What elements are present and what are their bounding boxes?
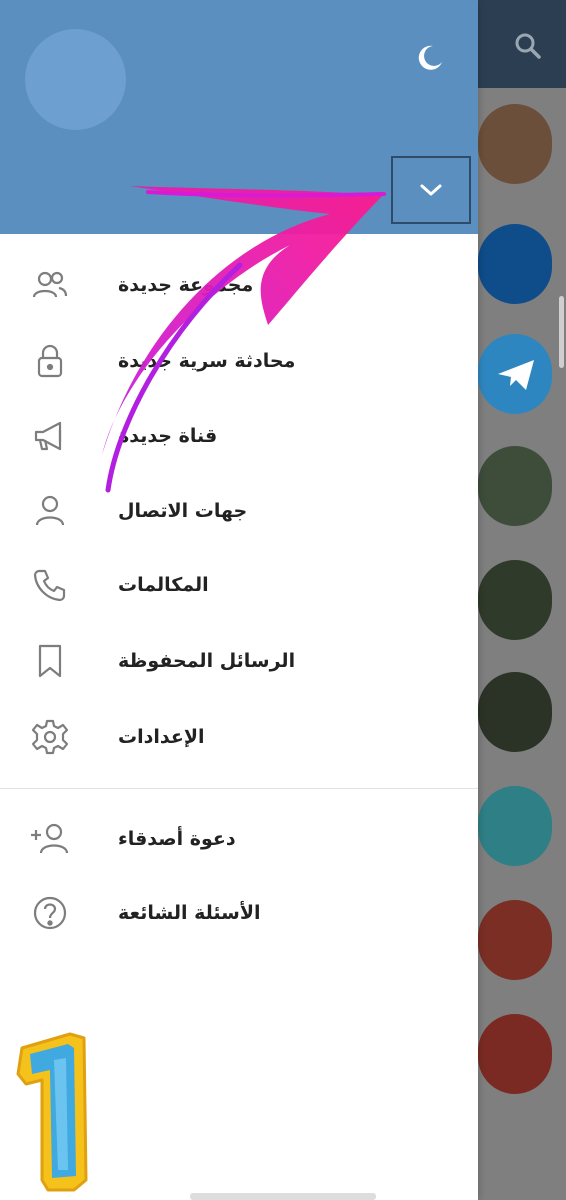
lock-icon [28, 339, 72, 383]
chat-avatar[interactable] [478, 334, 552, 414]
menu-item-label: الرسائل المحفوظة [118, 650, 296, 672]
step-number-badge: 1 [14, 1030, 98, 1196]
menu-item-new-group[interactable]: مجموعة جديدة [0, 248, 478, 322]
group-icon [28, 263, 72, 307]
person-icon [28, 489, 72, 533]
gear-icon [28, 715, 72, 759]
telegram-icon [498, 360, 534, 390]
menu-item-label: الإعدادات [118, 726, 205, 748]
chevron-down-icon [420, 184, 442, 196]
search-button[interactable] [508, 26, 548, 66]
menu-item-invite-friends[interactable]: دعوة أصدقاء [0, 802, 478, 876]
chat-avatar[interactable] [478, 672, 552, 752]
menu-item-label: قناة جديدة [118, 425, 218, 447]
profile-avatar[interactable] [25, 29, 126, 130]
account-toggle-button[interactable] [391, 156, 471, 224]
menu-divider [0, 788, 478, 789]
menu-item-label: مجموعة جديدة [118, 274, 254, 296]
drawer-header [0, 0, 478, 234]
menu-item-saved-messages[interactable]: الرسائل المحفوظة [0, 624, 478, 698]
chat-avatar[interactable] [478, 560, 552, 640]
chat-avatar[interactable] [478, 786, 552, 866]
menu-item-new-secret-chat[interactable]: محادثة سرية جديدة [0, 324, 478, 398]
menu-item-contacts[interactable]: جهات الاتصال [0, 474, 478, 548]
add-person-icon [28, 817, 72, 861]
phone-icon [28, 563, 72, 607]
chat-avatar[interactable] [478, 104, 552, 184]
bookmark-icon [28, 639, 72, 683]
menu-item-new-channel[interactable]: قناة جديدة [0, 399, 478, 473]
theme-toggle-button[interactable] [408, 36, 452, 80]
menu-item-calls[interactable]: المكالمات [0, 548, 478, 622]
chat-avatar[interactable] [478, 900, 552, 980]
question-icon [28, 891, 72, 935]
navigation-drawer: مجموعة جديدة محادثة سرية جديدة قناة جديد… [0, 0, 478, 1200]
chat-avatar[interactable] [478, 446, 552, 526]
menu-item-label: دعوة أصدقاء [118, 828, 236, 850]
search-icon [515, 33, 541, 59]
moon-icon [418, 45, 442, 70]
menu-item-label: الأسئلة الشائعة [118, 902, 261, 924]
menu-item-settings[interactable]: الإعدادات [0, 700, 478, 774]
menu-item-label: جهات الاتصال [118, 500, 248, 522]
scrollbar[interactable] [559, 296, 564, 368]
menu-item-label: محادثة سرية جديدة [118, 350, 296, 372]
menu-item-faq[interactable]: الأسئلة الشائعة [0, 876, 478, 950]
megaphone-icon [28, 414, 72, 458]
menu-item-label: المكالمات [118, 574, 209, 596]
system-navigation-bar[interactable] [190, 1193, 376, 1200]
chat-avatar[interactable] [478, 224, 552, 304]
chat-avatar[interactable] [478, 1014, 552, 1094]
